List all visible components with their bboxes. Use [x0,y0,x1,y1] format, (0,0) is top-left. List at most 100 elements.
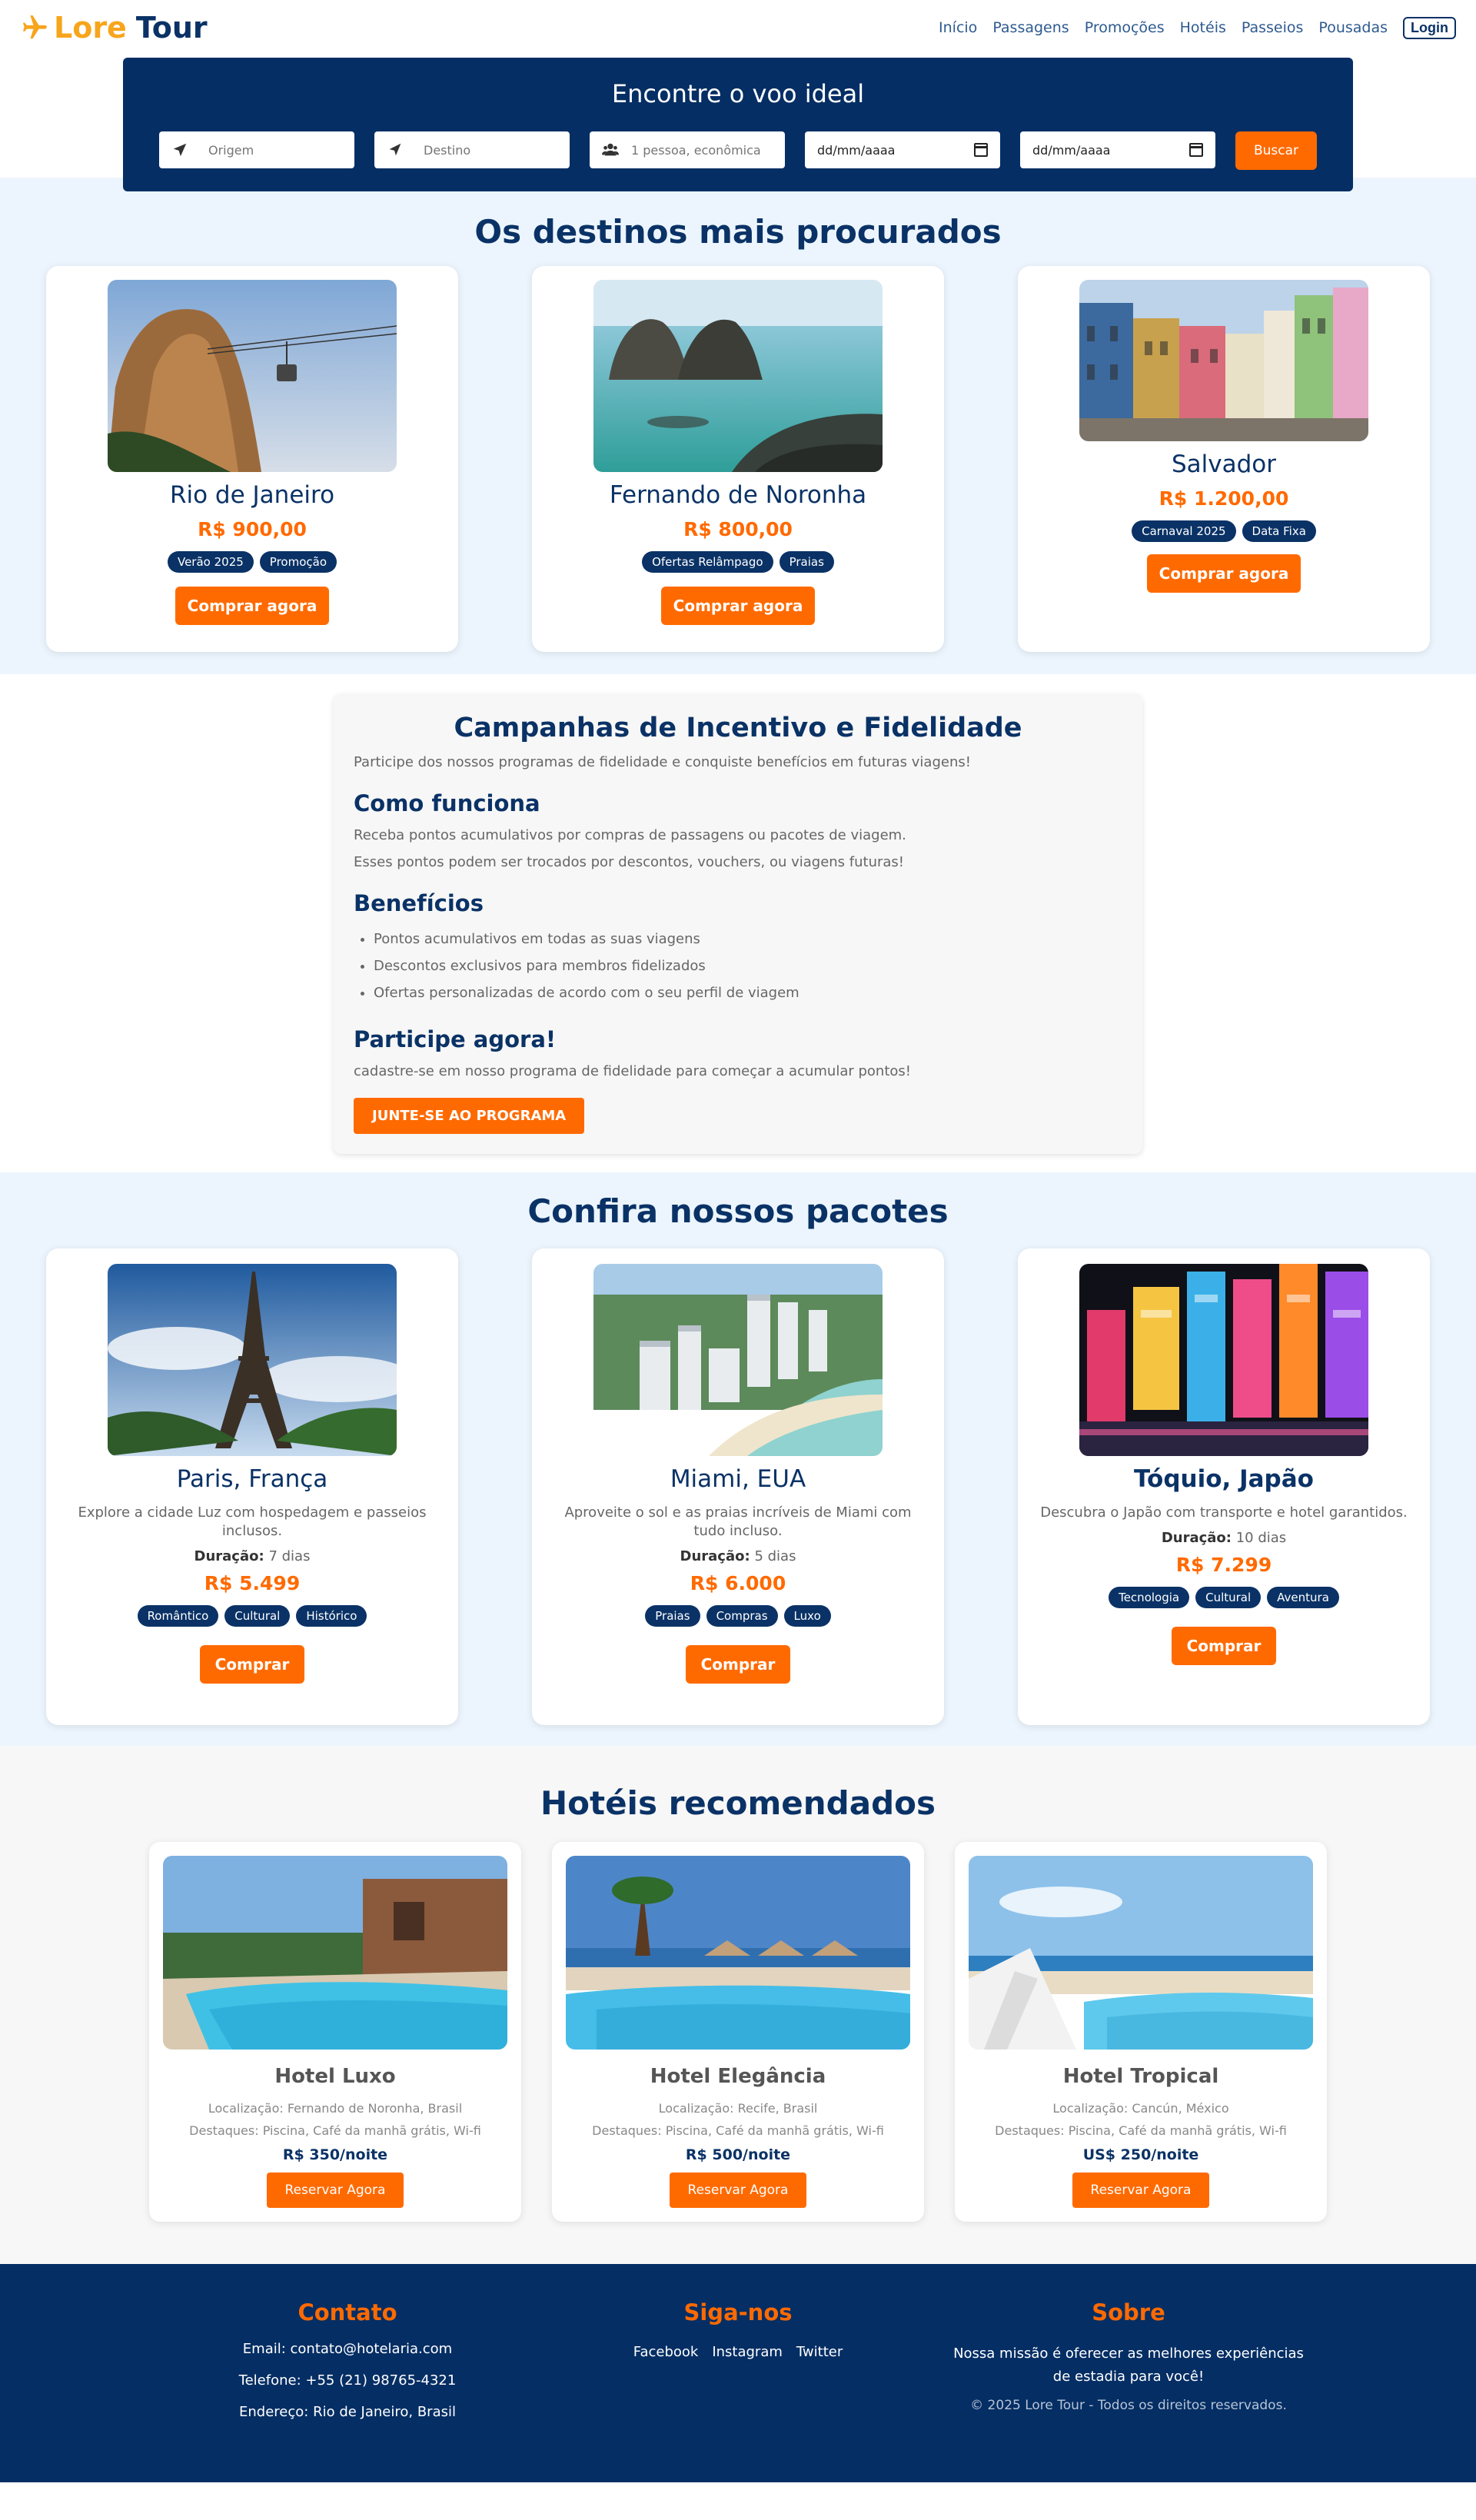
buy-now-button[interactable]: Comprar agora [661,587,815,625]
package-card-tokyo: Tóquio, Japão Descubra o Japão com trans… [1018,1248,1430,1725]
destination-price: R$ 900,00 [198,518,307,540]
package-image-tokyo [1079,1264,1368,1456]
hotel-highlights: Destaques: Piscina, Café da manhã grátis… [592,2123,884,2138]
tag-badge: Compras [706,1605,778,1627]
return-date-value: dd/mm/aaaa [1032,142,1111,158]
nav-link-promocoes[interactable]: Promoções [1085,19,1165,36]
hotel-meta: Localização: Cancún, México Destaques: P… [969,2097,1313,2142]
nav-link-inicio[interactable]: Início [939,19,977,36]
instagram-link[interactable]: Instagram [712,2344,783,2360]
tag-badge: Ofertas Relâmpago [642,551,773,573]
tag-badge: Cultural [224,1605,291,1627]
hotel-meta: Localização: Recife, Brasil Destaques: P… [566,2097,910,2142]
users-icon [602,143,619,156]
social-links: Facebook Instagram Twitter [543,2344,933,2360]
loyalty-title: Campanhas de Incentivo e Fidelidade [454,713,1022,743]
destination-tags: Ofertas Relâmpago Praias [532,551,944,573]
destination-card-salvador: Salvador R$ 1.200,00 Carnaval 2025 Data … [1018,266,1430,652]
buy-package-button[interactable]: Comprar [1172,1627,1276,1665]
departure-date-field[interactable]: dd/mm/aaaa [805,131,1000,168]
hotels-section: Hotéis recomendados Hotel Luxo Localizaç… [0,1746,1476,2264]
return-date-field[interactable]: dd/mm/aaaa [1020,131,1215,168]
package-price: R$ 6.000 [690,1572,786,1594]
hotels-title: Hotéis recomendados [540,1784,936,1822]
search-title: Encontre o voo ideal [611,79,865,108]
tag-badge: Promoção [259,551,337,573]
tag-badge: Aventura [1267,1587,1339,1608]
tag-badge: Data Fixa [1242,520,1316,542]
hotel-highlights: Destaques: Piscina, Café da manhã grátis… [995,2123,1287,2138]
hotel-image-tropical [969,1856,1313,2050]
nav-link-pousadas[interactable]: Pousadas [1318,19,1388,36]
footer-copyright: © 2025 Lore Tour - Todos os direitos res… [970,2398,1287,2413]
loyalty-section: Campanhas de Incentivo e Fidelidade Part… [0,674,1476,1172]
destination-field[interactable] [374,131,570,168]
footer-contact-title: Contato [298,2299,397,2326]
footer-address: Endereço: Rio de Janeiro, Brasil [239,2404,456,2420]
reserve-now-button[interactable]: Reservar Agora [1072,2173,1209,2208]
benefit-item: Ofertas personalizadas de acordo com o s… [374,979,1122,1006]
search-wrapper: Encontre o voo ideal dd/mm/aaaa [0,58,1476,193]
how-it-works-text-2: Esses pontos podem ser trocados por desc… [354,854,905,870]
destination-tags: Carnaval 2025 Data Fixa [1018,520,1430,542]
buy-package-button[interactable]: Comprar [200,1645,304,1684]
calendar-icon[interactable] [1189,143,1203,157]
package-card-paris: Paris, França Explore a cidade Luz com h… [46,1248,458,1725]
hotel-card-tropical: Hotel Tropical Localização: Cancún, Méxi… [955,1842,1327,2222]
package-price: R$ 5.499 [204,1572,301,1594]
origin-input[interactable] [208,142,342,158]
destination-price: R$ 1.200,00 [1159,487,1289,510]
package-description: Aproveite o sol e as praias incríveis de… [564,1504,912,1539]
footer-about: Sobre Nossa missão é oferecer as melhore… [933,2299,1324,2482]
join-program-button[interactable]: JUNTE-SE AO PROGRAMA [354,1098,585,1134]
destination-tags: Verão 2025 Promoção [46,551,458,573]
hotel-image-elegancia [566,1856,910,2050]
buy-package-button[interactable]: Comprar [686,1645,790,1684]
origin-field[interactable] [159,131,354,168]
tag-badge: Tecnologia [1109,1587,1190,1608]
tag-badge: Histórico [296,1605,367,1627]
benefit-item: Pontos acumulativos em todas as suas via… [374,926,1122,952]
location-arrow-icon [173,143,187,157]
search-button[interactable]: Buscar [1235,131,1317,170]
destination-card-rio: Rio de Janeiro R$ 900,00 Verão 2025 Prom… [46,266,458,652]
nav-link-passagens[interactable]: Passagens [992,19,1069,36]
package-name: Paris, França [176,1465,328,1493]
packages-title: Confira nossos pacotes [527,1192,949,1230]
passengers-field[interactable] [590,131,785,168]
reserve-now-button[interactable]: Reservar Agora [670,2173,806,2208]
hotel-highlights: Destaques: Piscina, Café da manhã grátis… [189,2123,481,2138]
brand-logo[interactable]: Lore Tour [20,11,208,45]
join-title: Participe agora! [354,1026,557,1052]
passengers-input[interactable] [631,142,773,158]
login-button[interactable]: Login [1403,16,1456,39]
facebook-link[interactable]: Facebook [633,2344,699,2360]
hotel-location: Localização: Fernando de Noronha, Brasil [208,2101,463,2116]
duration-value: 7 dias [268,1548,311,1564]
reserve-now-button[interactable]: Reservar Agora [267,2173,404,2208]
destination-input[interactable] [424,142,557,158]
twitter-link[interactable]: Twitter [796,2344,843,2360]
destination-card-noronha: Fernando de Noronha R$ 800,00 Ofertas Re… [532,266,944,652]
search-row: dd/mm/aaaa dd/mm/aaaa Buscar [123,131,1353,170]
package-tags: Tecnologia Cultural Aventura [1018,1587,1430,1608]
footer-email: Email: contato@hotelaria.com [242,2341,453,2357]
tag-badge: Luxo [783,1605,831,1627]
tag-badge: Carnaval 2025 [1132,520,1236,542]
package-duration: Duração: 10 dias [1018,1530,1430,1546]
nav-link-hoteis[interactable]: Hotéis [1180,19,1226,36]
loyalty-panel: Campanhas de Incentivo e Fidelidade Part… [334,694,1142,1154]
buy-now-button[interactable]: Comprar agora [175,587,329,625]
brand-word-tour: Tour [135,11,208,45]
package-image-miami [593,1264,883,1456]
packages-cards: Paris, França Explore a cidade Luz com h… [0,1248,1476,1725]
nav-link-passeios[interactable]: Passeios [1242,19,1304,36]
brand-word-lore: Lore [54,11,127,45]
hotel-meta: Localização: Fernando de Noronha, Brasil… [163,2097,507,2142]
navbar: Lore Tour Início Passagens Promoções Hot… [0,0,1476,55]
loyalty-intro: Participe dos nossos programas de fideli… [354,754,971,770]
destination-name: Rio de Janeiro [169,481,335,509]
duration-label: Duração: [1161,1530,1232,1546]
buy-now-button[interactable]: Comprar agora [1147,554,1301,593]
calendar-icon[interactable] [974,143,988,157]
